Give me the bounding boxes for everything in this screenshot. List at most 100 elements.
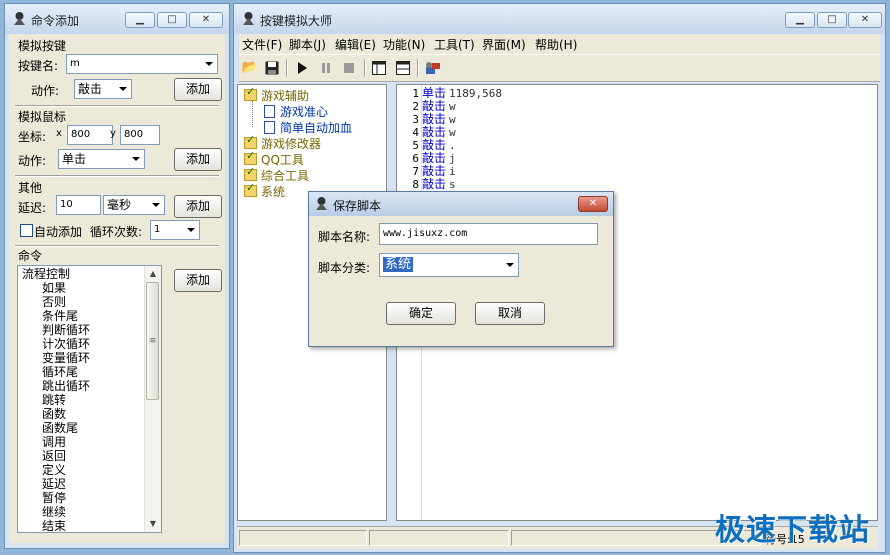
- scroll-down-icon[interactable]: ▼: [145, 516, 161, 532]
- x-input[interactable]: 800: [67, 125, 113, 145]
- command-list-item[interactable]: 循环尾: [42, 365, 78, 379]
- pause-icon[interactable]: [317, 59, 335, 77]
- command-list[interactable]: 流程控制 如果 否则 条件尾 判断循环 计次循环 变量循环 循环尾 跳出循环 跳转 函数 函数尾 调用返…: [17, 265, 162, 533]
- stop-icon[interactable]: [340, 59, 358, 77]
- command-argument: s: [449, 178, 456, 191]
- command-list-scrollbar[interactable]: ▲ ≡ ▼: [144, 266, 161, 532]
- delay-unit-select[interactable]: 毫秒: [103, 195, 165, 215]
- command-list-item[interactable]: 继续: [42, 505, 66, 519]
- menu-interface[interactable]: 界面(M): [482, 36, 526, 53]
- dialog-title: 保存脚本: [333, 199, 382, 213]
- dialog-close-button[interactable]: ✕: [578, 196, 608, 212]
- chevron-down-icon[interactable]: [132, 157, 140, 161]
- command-add-button[interactable]: 添加: [174, 269, 222, 292]
- loop-count-select[interactable]: 1: [150, 220, 200, 240]
- tree-node-crosshair[interactable]: 游戏准心: [264, 103, 328, 120]
- chevron-down-icon[interactable]: [119, 87, 127, 91]
- layout-alt-icon[interactable]: [394, 59, 412, 77]
- divider: [15, 175, 219, 177]
- tool-icon[interactable]: [424, 59, 442, 77]
- scroll-thumb[interactable]: ≡: [146, 282, 159, 400]
- key-action-select[interactable]: 敲击: [74, 79, 132, 99]
- menu-file[interactable]: 文件(F): [242, 36, 282, 53]
- mouse-action-label: 动作:: [18, 154, 47, 168]
- status-cell: [239, 530, 367, 546]
- tree-node-game-assist[interactable]: 游戏辅助: [244, 85, 309, 104]
- layout-icon[interactable]: [370, 59, 388, 77]
- scroll-up-icon[interactable]: ▲: [145, 266, 161, 282]
- close-button[interactable]: ✕: [189, 12, 223, 28]
- script-category-select[interactable]: 系统: [379, 253, 519, 277]
- script-line[interactable]: 1 单击 1189,568: [397, 87, 502, 101]
- open-folder-icon[interactable]: 📂: [241, 59, 259, 77]
- maximize-button[interactable]: □: [817, 12, 847, 28]
- chevron-down-icon[interactable]: [205, 62, 213, 66]
- command-list-item[interactable]: 变量循环: [42, 351, 90, 365]
- command-list-item[interactable]: 结束: [42, 519, 66, 532]
- command-list-item[interactable]: 调用: [42, 435, 66, 449]
- mouse-add-button[interactable]: 添加: [174, 148, 222, 171]
- line-number: 3: [412, 113, 419, 126]
- menu-function[interactable]: 功能(N): [383, 36, 425, 53]
- menu-script[interactable]: 脚本(J): [289, 36, 326, 53]
- line-number: 5: [412, 139, 419, 152]
- tree-node-game-modifier[interactable]: 游戏修改器: [244, 133, 321, 152]
- command-add-window: 命令添加 ▁ □ ✕ 模拟按键 按键名: m 动作: 敲击 添加 模拟鼠标 坐标…: [4, 3, 230, 549]
- command-list-item[interactable]: 跳转: [42, 393, 66, 407]
- chevron-down-icon[interactable]: [506, 263, 514, 267]
- command-group-title: 命令: [18, 249, 43, 263]
- command-list-item[interactable]: 条件尾: [42, 309, 78, 323]
- command-argument: w: [449, 126, 456, 139]
- command-list-item[interactable]: 流程控制: [22, 267, 70, 281]
- ok-button[interactable]: 确定: [386, 302, 456, 325]
- title-bar[interactable]: 命令添加 ▁ □ ✕: [5, 4, 229, 34]
- command-list-item[interactable]: 暂停: [42, 491, 66, 505]
- cancel-button[interactable]: 取消: [475, 302, 545, 325]
- save-script-dialog: 保存脚本 ✕ 脚本名称: www.jisuxz.com 脚本分类: 系统 确定 …: [308, 191, 614, 347]
- command-list-item[interactable]: 函数尾: [42, 421, 78, 435]
- key-name-combo[interactable]: m: [66, 54, 218, 74]
- auto-add-checkbox[interactable]: [20, 224, 33, 237]
- save-icon[interactable]: [263, 59, 281, 77]
- minimize-button[interactable]: ▁: [125, 12, 155, 28]
- command-list-item[interactable]: 函数: [42, 407, 66, 421]
- menu-edit[interactable]: 编辑(E): [335, 36, 376, 53]
- mouse-action-select[interactable]: 单击: [58, 149, 145, 169]
- command-list-item[interactable]: 判断循环: [42, 323, 90, 337]
- command-list-item[interactable]: 延迟: [42, 477, 66, 491]
- command-list-item[interactable]: 如果: [42, 281, 66, 295]
- script-line[interactable]: 8 敲击 s: [397, 178, 456, 192]
- coord-label: 坐标:: [18, 130, 47, 144]
- chevron-down-icon[interactable]: [152, 203, 160, 207]
- script-category-value: 系统: [383, 257, 414, 272]
- command-list-item[interactable]: 计次循环: [42, 337, 90, 351]
- script-name-input[interactable]: www.jisuxz.com: [379, 223, 598, 245]
- command-argument: w: [449, 100, 456, 113]
- status-cell: [369, 530, 509, 546]
- maximize-button[interactable]: □: [157, 12, 187, 28]
- command-list-item[interactable]: 否则: [42, 295, 66, 309]
- command-list-item[interactable]: 定义: [42, 463, 66, 477]
- minimize-button[interactable]: ▁: [785, 12, 815, 28]
- divider: [15, 105, 219, 107]
- command-keyword: 敲击: [422, 112, 447, 126]
- tree-node-auto-heal[interactable]: 简单自动加血: [264, 119, 352, 136]
- menu-tools[interactable]: 工具(T): [434, 36, 475, 53]
- tree-node-system[interactable]: 系统: [244, 181, 285, 200]
- key-add-button[interactable]: 添加: [174, 78, 222, 101]
- delay-input[interactable]: 10: [56, 195, 101, 215]
- play-icon[interactable]: [293, 59, 311, 77]
- dialog-title-bar[interactable]: 保存脚本 ✕: [309, 192, 613, 216]
- other-group-title: 其他: [18, 181, 43, 195]
- chevron-down-icon[interactable]: [187, 228, 195, 232]
- other-add-button[interactable]: 添加: [174, 195, 222, 218]
- command-list-item[interactable]: 跳出循环: [42, 379, 90, 393]
- command-list-item[interactable]: 返回: [42, 449, 66, 463]
- key-group-title: 模拟按键: [18, 39, 67, 53]
- folder-icon: [244, 165, 257, 181]
- menu-help[interactable]: 帮助(H): [535, 36, 577, 53]
- command-argument: .: [449, 139, 456, 152]
- y-input[interactable]: 800: [120, 125, 160, 145]
- close-button[interactable]: ✕: [848, 12, 882, 28]
- title-bar[interactable]: 按键模拟大师 ▁ □ ✕: [234, 4, 885, 34]
